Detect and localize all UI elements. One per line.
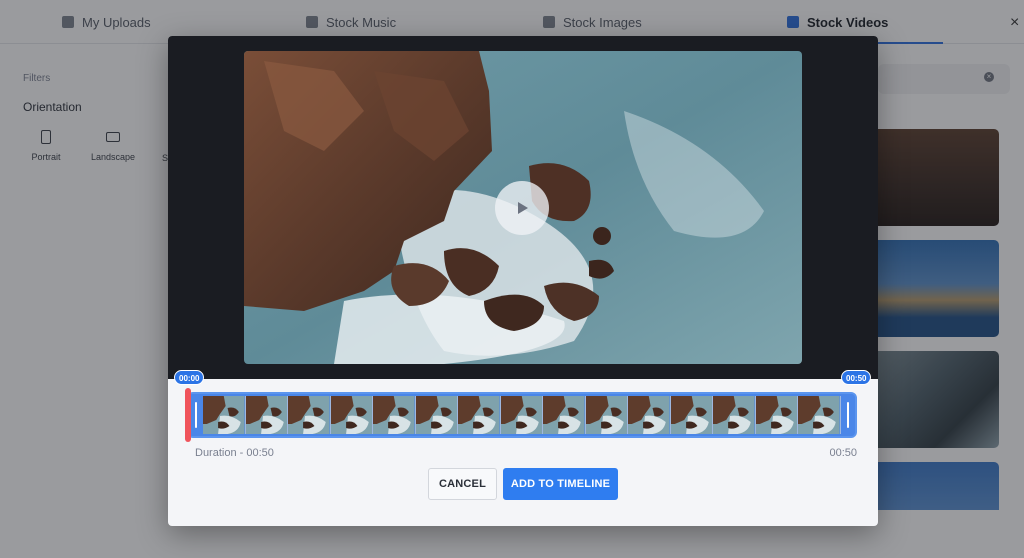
handle-grip (195, 402, 197, 428)
filmstrip-frame (543, 396, 586, 434)
frame-thumbnail (245, 396, 288, 434)
playhead-marker[interactable] (185, 388, 191, 442)
filmstrip-frame (798, 396, 841, 434)
filmstrip-frame (288, 396, 331, 434)
add-to-timeline-button[interactable]: ADD TO TIMELINE (503, 468, 618, 500)
filmstrip-frame (203, 396, 246, 434)
filmstrip-frame (500, 396, 544, 434)
frame-thumbnail (458, 396, 500, 434)
frame-thumbnail (330, 396, 373, 434)
trim-end-time-badge: 00:50 (841, 370, 872, 385)
frame-thumbnail (670, 396, 713, 434)
play-button[interactable] (495, 181, 549, 235)
video-preview[interactable] (244, 51, 802, 364)
filmstrip-frame (670, 396, 714, 434)
video-trim-modal: 00:00 00:50 Duration - 00:50 00:50 CANCE… (168, 36, 878, 526)
handle-grip (847, 402, 849, 428)
filmstrip-frame (330, 396, 374, 434)
trim-filmstrip[interactable] (187, 392, 857, 438)
frame-thumbnail (585, 396, 628, 434)
frame-thumbnail (373, 396, 415, 434)
frame-thumbnail (288, 396, 330, 434)
trim-end-handle[interactable] (841, 394, 855, 436)
filmstrip-frame (245, 396, 289, 434)
play-icon (518, 202, 528, 214)
filmstrip-frames (203, 396, 841, 434)
frame-thumbnail (203, 396, 245, 434)
filmstrip-frame (585, 396, 629, 434)
frame-thumbnail (628, 396, 670, 434)
trim-start-time-badge: 00:00 (174, 370, 205, 385)
filmstrip-frame (628, 396, 671, 434)
frame-thumbnail (798, 396, 840, 434)
filmstrip-frame (713, 396, 756, 434)
end-time-label: 00:50 (829, 447, 857, 459)
frame-thumbnail (543, 396, 585, 434)
cancel-button[interactable]: CANCEL (428, 468, 497, 500)
filmstrip-frame (373, 396, 416, 434)
filmstrip-frame (415, 396, 459, 434)
filmstrip-frame (458, 396, 501, 434)
frame-thumbnail (755, 396, 798, 434)
duration-label: Duration - 00:50 (195, 447, 274, 459)
video-preview-stage (168, 36, 878, 379)
filmstrip-frame (755, 396, 799, 434)
frame-thumbnail (415, 396, 458, 434)
frame-thumbnail (713, 396, 755, 434)
frame-thumbnail (500, 396, 543, 434)
trim-start-handle[interactable] (189, 394, 203, 436)
